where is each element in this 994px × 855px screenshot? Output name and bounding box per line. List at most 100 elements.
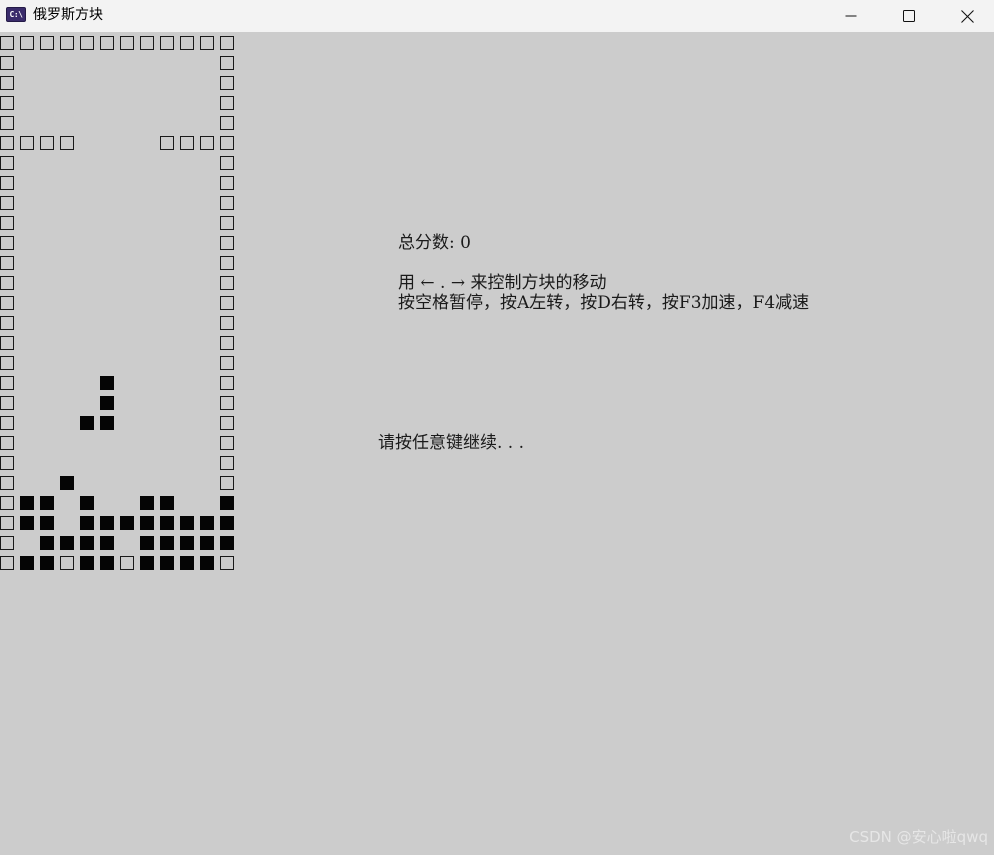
block-cell [160, 516, 174, 530]
wall-cell [220, 136, 234, 150]
block-cell [200, 516, 214, 530]
block-cell [100, 416, 114, 430]
block-cell [80, 536, 94, 550]
wall-cell [220, 116, 234, 130]
wall-cell [20, 136, 34, 150]
continue-prompt: 请按任意键继续. . . [378, 433, 525, 453]
wall-cell [220, 196, 234, 210]
wall-cell [220, 76, 234, 90]
wall-cell [0, 396, 14, 410]
close-icon [960, 9, 974, 23]
wall-cell [0, 36, 14, 50]
block-cell [20, 496, 34, 510]
wall-cell [0, 256, 14, 270]
block-cell [180, 516, 194, 530]
wall-cell [220, 556, 234, 570]
title-bar[interactable]: C:\ 俄罗斯方块 [0, 0, 994, 32]
block-cell [220, 496, 234, 510]
console-window: C:\ 俄罗斯方块 总分数: 0 用 ← . → 来控制方块的移动 按空格暂停，… [0, 0, 994, 855]
wall-cell [0, 56, 14, 70]
block-cell [140, 536, 154, 550]
wall-cell [0, 276, 14, 290]
wall-cell [220, 56, 234, 70]
wall-cell [0, 416, 14, 430]
block-cell [160, 536, 174, 550]
wall-cell [220, 216, 234, 230]
block-cell [140, 496, 154, 510]
console-app-icon-text: C:\ [9, 9, 23, 19]
block-cell [20, 516, 34, 530]
block-cell [220, 536, 234, 550]
wall-cell [220, 336, 234, 350]
wall-cell [0, 376, 14, 390]
wall-cell [160, 136, 174, 150]
wall-cell [220, 356, 234, 370]
wall-cell [220, 176, 234, 190]
block-cell [140, 556, 154, 570]
controls-hint: 用 ← . → 来控制方块的移动 [398, 273, 607, 293]
block-cell [100, 396, 114, 410]
minimize-button[interactable] [822, 0, 880, 32]
block-cell [40, 516, 54, 530]
wall-cell [0, 456, 14, 470]
maximize-icon [903, 10, 915, 22]
block-cell [60, 536, 74, 550]
minimize-icon [845, 15, 857, 17]
wall-cell [200, 36, 214, 50]
wall-cell [0, 356, 14, 370]
block-cell [140, 516, 154, 530]
wall-cell [0, 316, 14, 330]
wall-cell [0, 296, 14, 310]
wall-cell [0, 176, 14, 190]
wall-cell [0, 96, 14, 110]
block-cell [180, 536, 194, 550]
close-button[interactable] [938, 0, 994, 32]
wall-cell [220, 276, 234, 290]
block-cell [100, 556, 114, 570]
wall-cell [0, 236, 14, 250]
block-cell [40, 496, 54, 510]
block-cell [60, 476, 74, 490]
wall-cell [0, 196, 14, 210]
wall-cell [0, 116, 14, 130]
wall-cell [140, 36, 154, 50]
score-label: 总分数: 0 [398, 233, 471, 253]
wall-cell [220, 456, 234, 470]
wall-cell [0, 436, 14, 450]
window-title: 俄罗斯方块 [33, 7, 103, 23]
wall-cell [0, 536, 14, 550]
block-cell [120, 516, 134, 530]
wall-cell [0, 156, 14, 170]
wall-cell [100, 36, 114, 50]
block-cell [40, 536, 54, 550]
wall-cell [0, 216, 14, 230]
block-cell [20, 556, 34, 570]
tetris-board [0, 33, 240, 573]
wall-cell [60, 556, 74, 570]
block-cell [160, 496, 174, 510]
wall-cell [60, 136, 74, 150]
wall-cell [160, 36, 174, 50]
wall-cell [180, 36, 194, 50]
wall-cell [120, 556, 134, 570]
wall-cell [0, 76, 14, 90]
console-app-icon: C:\ [6, 7, 26, 22]
wall-cell [220, 396, 234, 410]
wall-cell [40, 36, 54, 50]
wall-cell [200, 136, 214, 150]
wall-cell [0, 136, 14, 150]
maximize-button[interactable] [880, 0, 938, 32]
block-cell [180, 556, 194, 570]
wall-cell [220, 376, 234, 390]
block-cell [80, 516, 94, 530]
wall-cell [40, 136, 54, 150]
watermark: CSDN @安心啦qwq [849, 828, 988, 846]
wall-cell [220, 96, 234, 110]
block-cell [220, 516, 234, 530]
block-cell [200, 536, 214, 550]
block-cell [100, 536, 114, 550]
block-cell [100, 516, 114, 530]
wall-cell [220, 236, 234, 250]
wall-cell [0, 336, 14, 350]
wall-cell [220, 416, 234, 430]
